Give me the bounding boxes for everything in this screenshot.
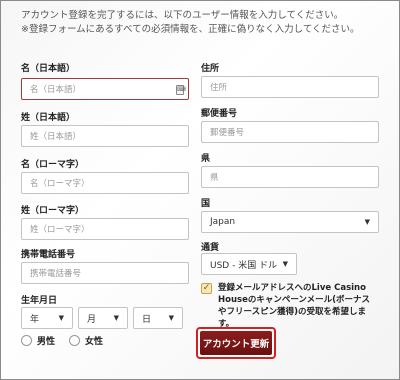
first-name-roman-label: 名（ローマ字） xyxy=(21,160,85,170)
last-name-roman-input[interactable]: 姓（ローマ字） xyxy=(21,218,189,240)
mobile-placeholder: 携帯電話番号 xyxy=(30,269,82,279)
prefecture-label: 県 xyxy=(201,154,211,164)
prefecture-input[interactable]: 県 xyxy=(201,166,379,188)
opt-in-text: 登録メールアドレスへのLive Casino Houseのキャンペーンメール(ボ… xyxy=(218,283,371,329)
gender-male-label: 男性 xyxy=(37,337,56,347)
chevron-down-icon: ▼ xyxy=(58,314,64,322)
country-select[interactable]: Japan ▼ xyxy=(201,211,379,233)
birth-month-value: 月 xyxy=(87,314,97,325)
check-icon: ✓ xyxy=(202,283,211,293)
last-name-jp-label: 姓（日本語） xyxy=(21,113,76,123)
gender-female-label: 女性 xyxy=(85,337,104,347)
submit-button-highlight: アカウント更新 xyxy=(196,327,276,359)
first-name-jp-placeholder: 名（日本語） xyxy=(30,85,82,95)
currency-select[interactable]: USD - 米国 ドル ▼ xyxy=(201,253,297,275)
opt-in-checkbox[interactable]: ✓ xyxy=(201,283,212,294)
birth-year-value: 年 xyxy=(30,314,40,325)
intro-line-2: ※登録フォームにあるすべての必須情報を、正確に偽りなく入力してください。 xyxy=(21,24,360,35)
intro-text: アカウント登録を完了するには、以下のユーザー情報を入力してください。 ※登録フォ… xyxy=(21,9,391,37)
intro-line-1: アカウント登録を完了するには、以下のユーザー情報を入力してください。 xyxy=(21,10,344,21)
chevron-down-icon: ▼ xyxy=(364,218,370,226)
last-name-jp-placeholder: 姓（日本語） xyxy=(30,132,82,142)
postal-label: 郵便番号 xyxy=(201,109,238,119)
chevron-down-icon: ▼ xyxy=(113,314,119,322)
address-input[interactable]: 住所 xyxy=(201,76,379,98)
country-value: Japan xyxy=(210,217,236,227)
first-name-jp-label: 名（日本語） xyxy=(21,64,76,74)
mobile-input[interactable]: 携帯電話番号 xyxy=(21,262,189,284)
gender-female-radio[interactable] xyxy=(69,335,81,346)
last-name-jp-input[interactable]: 姓（日本語） xyxy=(21,125,189,147)
postal-input[interactable]: 郵便番号 xyxy=(201,121,379,143)
first-name-jp-input[interactable]: 名（日本語） ⌨ xyxy=(21,78,189,100)
gender-male-radio[interactable] xyxy=(21,335,32,346)
mobile-label: 携帯電話番号 xyxy=(21,250,76,260)
birth-day-value: 日 xyxy=(142,314,152,325)
keyboard-icon: ⌨ xyxy=(176,85,186,95)
update-account-button[interactable]: アカウント更新 xyxy=(200,331,272,355)
country-label: 国 xyxy=(201,199,211,209)
address-placeholder: 住所 xyxy=(210,83,228,93)
first-name-roman-placeholder: 名（ローマ字） xyxy=(30,179,90,189)
birth-year-select[interactable]: 年 ▼ xyxy=(21,307,73,329)
chevron-down-icon: ▼ xyxy=(282,260,288,268)
last-name-roman-placeholder: 姓（ローマ字） xyxy=(30,225,90,235)
last-name-roman-label: 姓（ローマ字） xyxy=(21,206,85,216)
registration-form: アカウント登録を完了するには、以下のユーザー情報を入力してください。 ※登録フォ… xyxy=(0,0,400,380)
birthdate-label: 生年月日 xyxy=(21,296,58,306)
currency-label: 通貨 xyxy=(201,243,220,253)
first-name-roman-input[interactable]: 名（ローマ字） xyxy=(21,172,189,194)
chevron-down-icon: ▼ xyxy=(168,314,174,322)
birth-day-select[interactable]: 日 ▼ xyxy=(133,307,183,329)
gender-radio-group: 男性 女性 xyxy=(21,334,117,347)
postal-placeholder: 郵便番号 xyxy=(210,128,245,138)
currency-value: USD - 米国 ドル xyxy=(210,260,278,271)
birth-month-select[interactable]: 月 ▼ xyxy=(78,307,128,329)
prefecture-placeholder: 県 xyxy=(210,173,219,183)
address-label: 住所 xyxy=(201,64,220,74)
